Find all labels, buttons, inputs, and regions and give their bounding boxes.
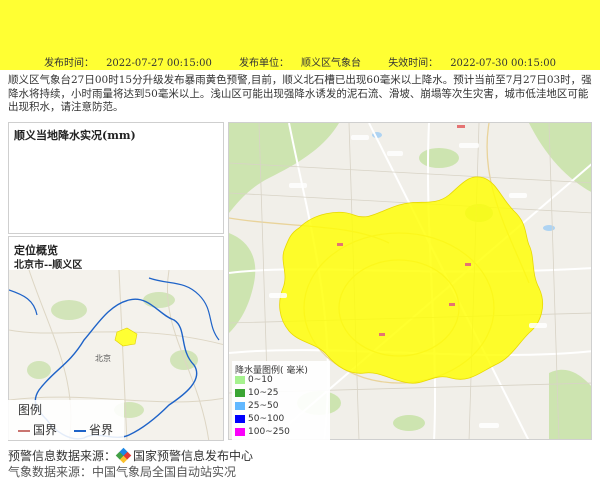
publish-unit-field: 发布单位： 顺义区气象台 bbox=[239, 58, 361, 69]
rain-swatch-50-100 bbox=[235, 414, 245, 423]
weather-data-source: 气象数据来源：中国气象局全国自动站实况 bbox=[8, 465, 237, 479]
rain-legend-item-1: 10~25 bbox=[235, 388, 278, 399]
legend-item-national-border: 国界 bbox=[18, 421, 57, 438]
rain-observation-panel: 顺义当地降水实况(mm) bbox=[8, 122, 224, 234]
rain-legend: 降水量图例( 毫米) 0~10 10~25 25~50 50~100 100~2… bbox=[232, 361, 330, 441]
publish-time-field: 发布时间： 2022-07-27 00:15:00 bbox=[44, 58, 212, 69]
warning-source: 预警信息数据来源： 国家预警信息发布中心 bbox=[8, 447, 253, 464]
warning-source-name[interactable]: 国家预警信息发布中心 bbox=[133, 449, 253, 463]
rain-swatch-0-10 bbox=[235, 375, 245, 384]
province-border-swatch bbox=[74, 429, 86, 432]
national-border-swatch bbox=[18, 429, 30, 432]
rain-legend-item-0: 0~10 bbox=[235, 375, 273, 386]
expire-time-field: 失效时间： 2022-07-30 00:15:00 bbox=[388, 58, 556, 69]
rain-legend-item-4: 100~250 bbox=[235, 427, 290, 438]
warning-banner: 发布时间： 2022-07-27 00:15:00 发布单位： 顺义区气象台 失效时… bbox=[0, 0, 600, 70]
location-panel-subtitle: 北京市--顺义区 bbox=[14, 260, 83, 271]
rain-legend-item-3: 50~100 bbox=[235, 414, 284, 425]
expire-time: 2022-07-30 00:15:00 bbox=[450, 58, 556, 69]
rain-swatch-10-25 bbox=[235, 388, 245, 397]
warning-meta: 发布时间： 2022-07-27 00:15:00 发布单位： 顺义区气象台 失效时… bbox=[0, 54, 600, 69]
rain-legend-item-2: 25~50 bbox=[235, 401, 278, 412]
publish-time: 2022-07-27 00:15:00 bbox=[106, 58, 212, 69]
rain-swatch-25-50 bbox=[235, 401, 245, 410]
publish-unit: 顺义区气象台 bbox=[301, 58, 361, 69]
location-legend-title: 图例 bbox=[18, 403, 43, 417]
warning-description: 顺义区气象台27日00时15分升级发布暴雨黄色预警,目前，顺义北石槽已出现60毫… bbox=[8, 74, 592, 113]
warning-center-logo-icon bbox=[115, 447, 132, 464]
rain-panel-title: 顺义当地降水实况(mm) bbox=[14, 129, 136, 142]
rain-swatch-100-250 bbox=[235, 427, 245, 436]
location-legend: 图例 国界 省界 bbox=[8, 400, 124, 440]
legend-item-province-border: 省界 bbox=[74, 421, 113, 438]
warning-source-label: 预警信息数据来源： bbox=[8, 449, 117, 463]
map-label-beijing: 北京 bbox=[95, 353, 111, 363]
